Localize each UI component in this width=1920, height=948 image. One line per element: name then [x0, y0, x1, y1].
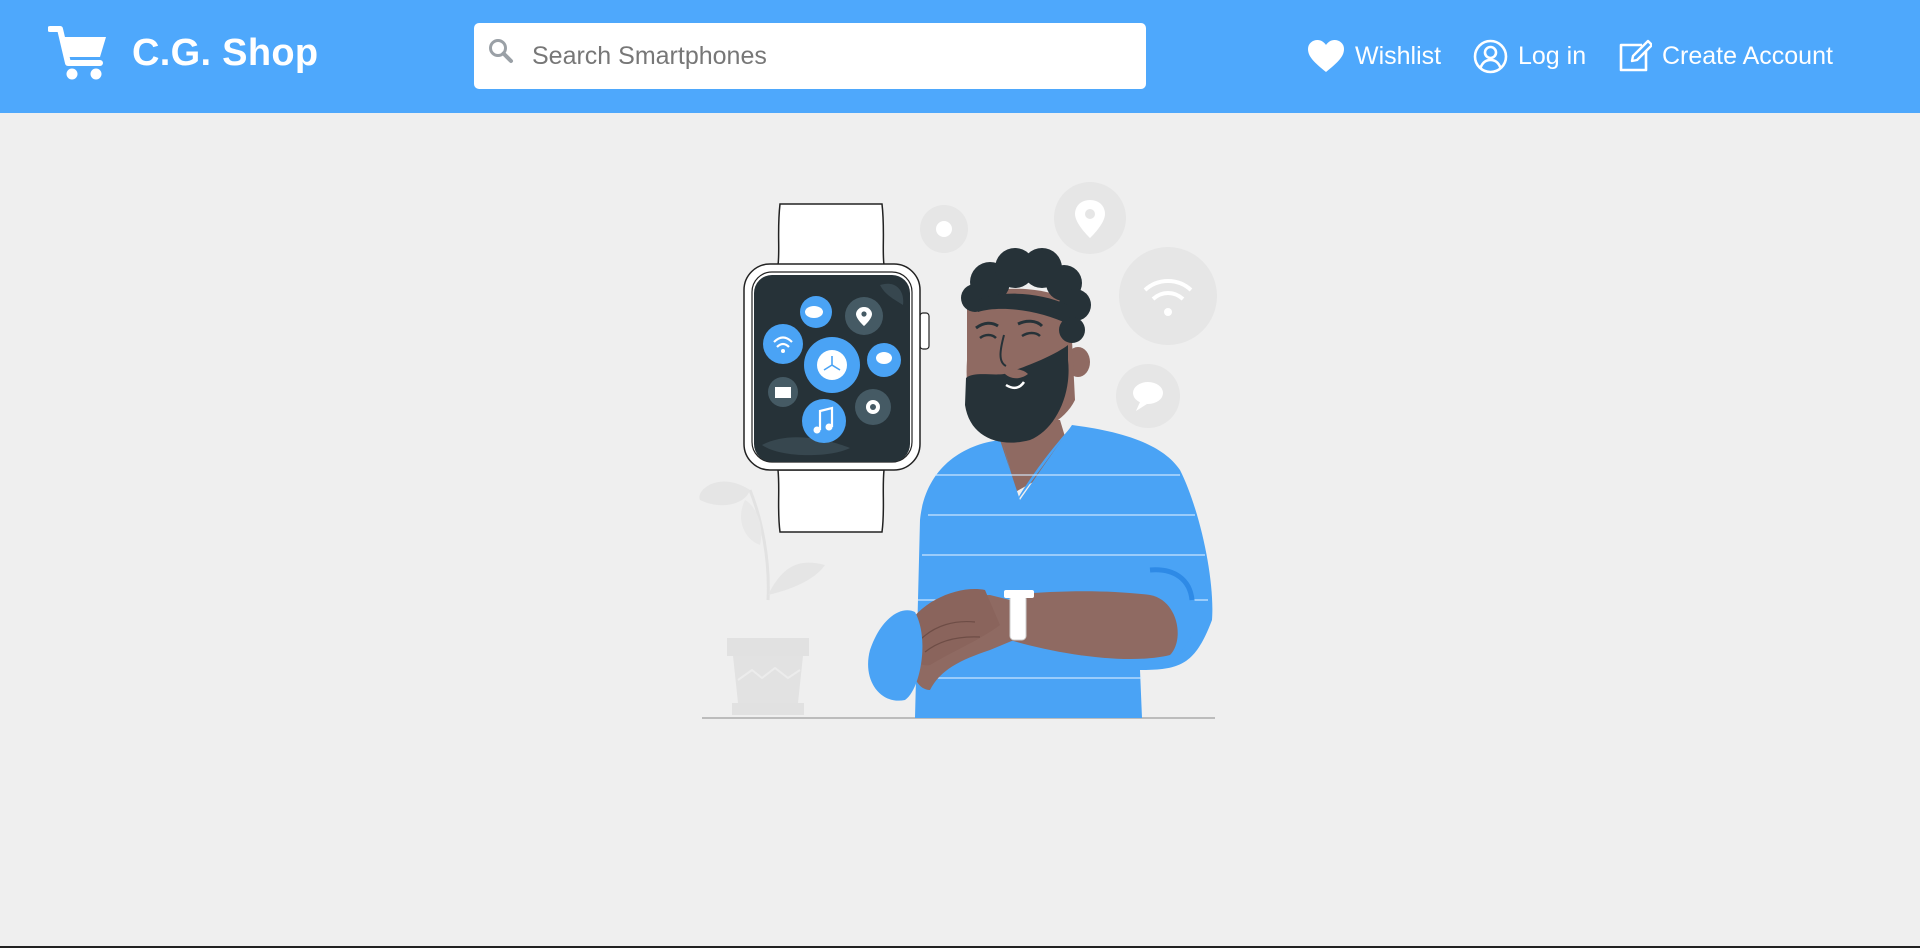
- create-account-label: Create Account: [1662, 41, 1833, 70]
- create-account-link[interactable]: Create Account: [1618, 36, 1833, 76]
- navbar: C.G. Shop Wishlist Log in: [0, 0, 1920, 113]
- user-circle-icon: [1473, 39, 1508, 73]
- edit-icon: [1619, 39, 1652, 72]
- smartwatch: [743, 203, 930, 533]
- wishlist-label: Wishlist: [1355, 41, 1442, 70]
- hero-illustration: [699, 182, 1217, 719]
- wishlist-link[interactable]: Wishlist: [1307, 36, 1441, 76]
- heart-icon: [1308, 40, 1344, 72]
- login-link[interactable]: Log in: [1473, 36, 1586, 76]
- login-label: Log in: [1518, 41, 1587, 70]
- nav-links: Wishlist Log in Create Account: [0, 36, 1920, 76]
